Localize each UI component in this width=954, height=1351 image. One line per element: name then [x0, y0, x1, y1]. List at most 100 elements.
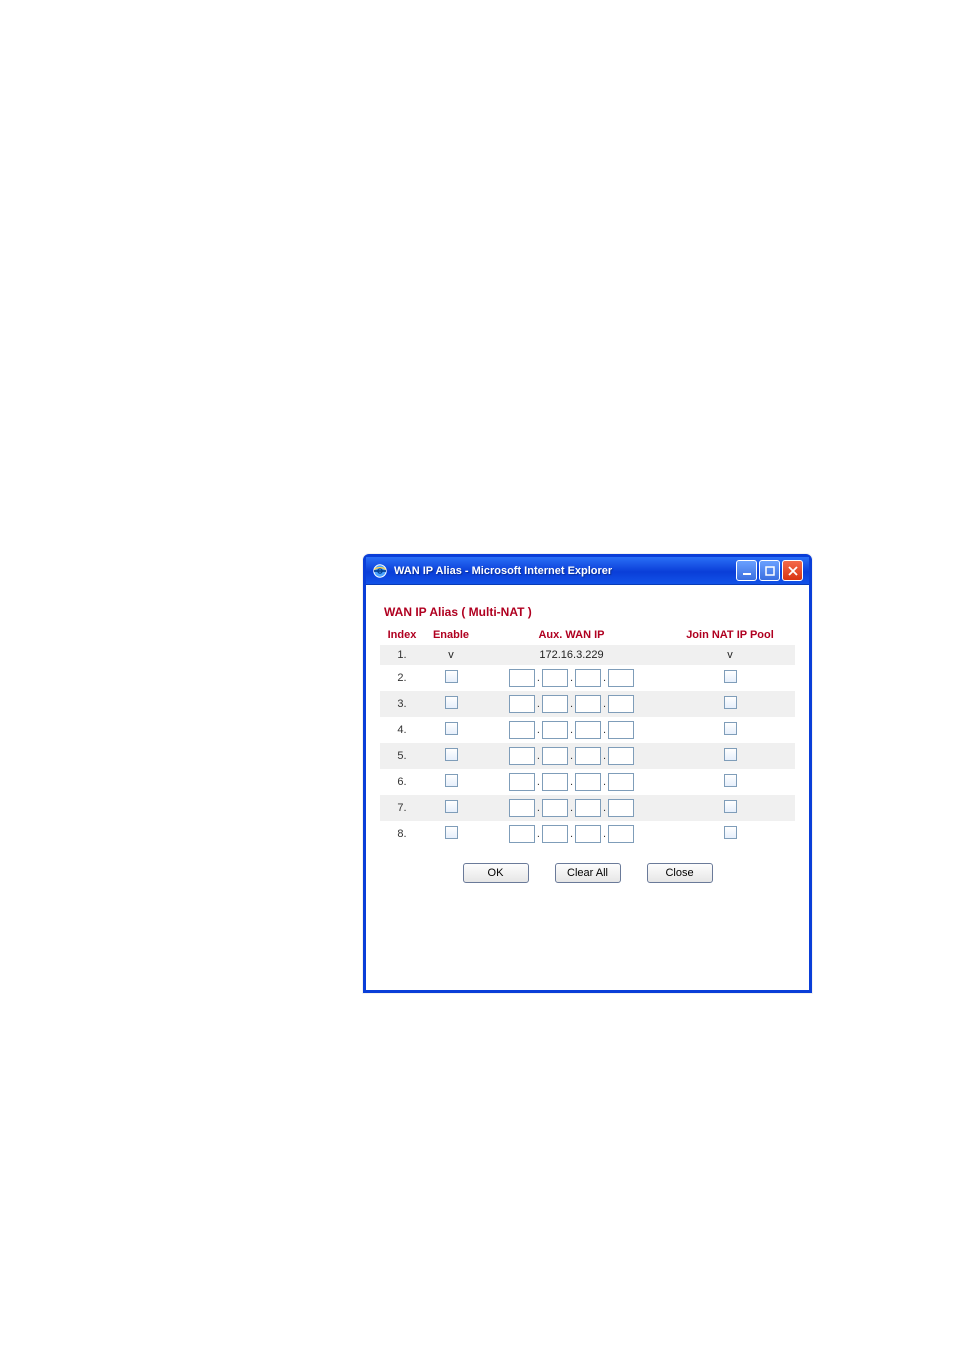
ip-octet-input[interactable]: [575, 669, 601, 687]
table-row: 2....: [380, 665, 795, 691]
window-controls: [736, 560, 803, 581]
aux-ip-inputs: ...: [509, 695, 634, 713]
ip-dot: .: [535, 828, 542, 840]
row-index: 4.: [380, 717, 424, 743]
col-aux-ip: Aux. WAN IP: [478, 625, 665, 645]
ip-dot: .: [601, 724, 608, 736]
enable-checkbox[interactable]: [445, 722, 458, 735]
ip-octet-input[interactable]: [608, 747, 634, 765]
table-row: 8....: [380, 821, 795, 847]
titlebar[interactable]: WAN IP Alias - Microsoft Internet Explor…: [366, 557, 809, 585]
enable-checkbox[interactable]: [445, 800, 458, 813]
ip-octet-input[interactable]: [608, 773, 634, 791]
aux-ip-inputs: ...: [509, 747, 634, 765]
enable-checkbox[interactable]: [445, 826, 458, 839]
ok-button[interactable]: OK: [463, 863, 529, 883]
enable-checkbox[interactable]: [445, 670, 458, 683]
enable-checkbox[interactable]: [445, 696, 458, 709]
ip-dot: .: [568, 776, 575, 788]
pool-checkbox[interactable]: [724, 800, 737, 813]
ip-octet-input[interactable]: [509, 747, 535, 765]
ip-octet-input[interactable]: [542, 721, 568, 739]
popup-window: WAN IP Alias - Microsoft Internet Explor…: [363, 554, 812, 993]
ip-octet-input[interactable]: [509, 721, 535, 739]
ip-octet-input[interactable]: [575, 799, 601, 817]
ip-dot: .: [535, 802, 542, 814]
ip-octet-input[interactable]: [575, 721, 601, 739]
minimize-button[interactable]: [736, 560, 757, 581]
ip-dot: .: [568, 724, 575, 736]
ip-octet-input[interactable]: [542, 669, 568, 687]
ip-dot: .: [568, 828, 575, 840]
enable-checkbox[interactable]: [445, 774, 458, 787]
close-window-button[interactable]: [782, 560, 803, 581]
aux-ip-inputs: ...: [509, 773, 634, 791]
page-heading: WAN IP Alias ( Multi-NAT ): [380, 605, 795, 619]
ip-dot: .: [535, 776, 542, 788]
ip-octet-input[interactable]: [509, 825, 535, 843]
table-row: 1. v 172.16.3.229 v: [380, 645, 795, 665]
ip-dot: .: [601, 750, 608, 762]
ip-dot: .: [568, 750, 575, 762]
table-row: 3....: [380, 691, 795, 717]
pool-checkbox[interactable]: [724, 774, 737, 787]
ip-dot: .: [535, 724, 542, 736]
enable-checkbox[interactable]: [445, 748, 458, 761]
ip-octet-input[interactable]: [509, 695, 535, 713]
ip-octet-input[interactable]: [608, 695, 634, 713]
col-enable: Enable: [424, 625, 478, 645]
ip-octet-input[interactable]: [509, 799, 535, 817]
ip-octet-input[interactable]: [542, 799, 568, 817]
pool-checkbox[interactable]: [724, 748, 737, 761]
table-row: 4....: [380, 717, 795, 743]
col-index: Index: [380, 625, 424, 645]
ip-octet-input[interactable]: [509, 773, 535, 791]
button-row: OK Clear All Close: [380, 863, 795, 883]
row-index: 1.: [380, 645, 424, 665]
pool-checkbox[interactable]: [724, 826, 737, 839]
pool-checkbox[interactable]: [724, 670, 737, 683]
ip-octet-input[interactable]: [575, 695, 601, 713]
ip-dot: .: [601, 698, 608, 710]
aux-ip-inputs: ...: [509, 825, 634, 843]
row-index: 6.: [380, 769, 424, 795]
window-title: WAN IP Alias - Microsoft Internet Explor…: [394, 565, 736, 577]
ip-octet-input[interactable]: [608, 721, 634, 739]
ip-dot: .: [601, 828, 608, 840]
ip-octet-input[interactable]: [542, 747, 568, 765]
aux-ip-static: 172.16.3.229: [539, 649, 603, 661]
ie-icon: [372, 563, 388, 579]
row-index: 3.: [380, 691, 424, 717]
ip-octet-input[interactable]: [509, 669, 535, 687]
ip-dot: .: [568, 802, 575, 814]
enable-static: v: [448, 649, 454, 661]
ip-octet-input[interactable]: [608, 669, 634, 687]
content-area: WAN IP Alias ( Multi-NAT ) Index Enable …: [366, 585, 809, 893]
table-row: 7....: [380, 795, 795, 821]
pool-static: v: [727, 649, 733, 661]
ip-dot: .: [568, 672, 575, 684]
table-row: 5....: [380, 743, 795, 769]
ip-octet-input[interactable]: [608, 825, 634, 843]
ip-octet-input[interactable]: [575, 747, 601, 765]
maximize-button[interactable]: [759, 560, 780, 581]
pool-checkbox[interactable]: [724, 722, 737, 735]
row-index: 8.: [380, 821, 424, 847]
ip-octet-input[interactable]: [608, 799, 634, 817]
clear-all-button[interactable]: Clear All: [555, 863, 621, 883]
col-pool: Join NAT IP Pool: [665, 625, 795, 645]
ip-octet-input[interactable]: [542, 695, 568, 713]
row-index: 2.: [380, 665, 424, 691]
table-row: 6....: [380, 769, 795, 795]
pool-checkbox[interactable]: [724, 696, 737, 709]
aux-ip-inputs: ...: [509, 669, 634, 687]
aux-ip-inputs: ...: [509, 721, 634, 739]
ip-octet-input[interactable]: [542, 773, 568, 791]
ip-octet-input[interactable]: [575, 773, 601, 791]
ip-octet-input[interactable]: [575, 825, 601, 843]
close-button[interactable]: Close: [647, 863, 713, 883]
ip-octet-input[interactable]: [542, 825, 568, 843]
aux-ip-inputs: ...: [509, 799, 634, 817]
ip-dot: .: [568, 698, 575, 710]
ip-dot: .: [601, 776, 608, 788]
